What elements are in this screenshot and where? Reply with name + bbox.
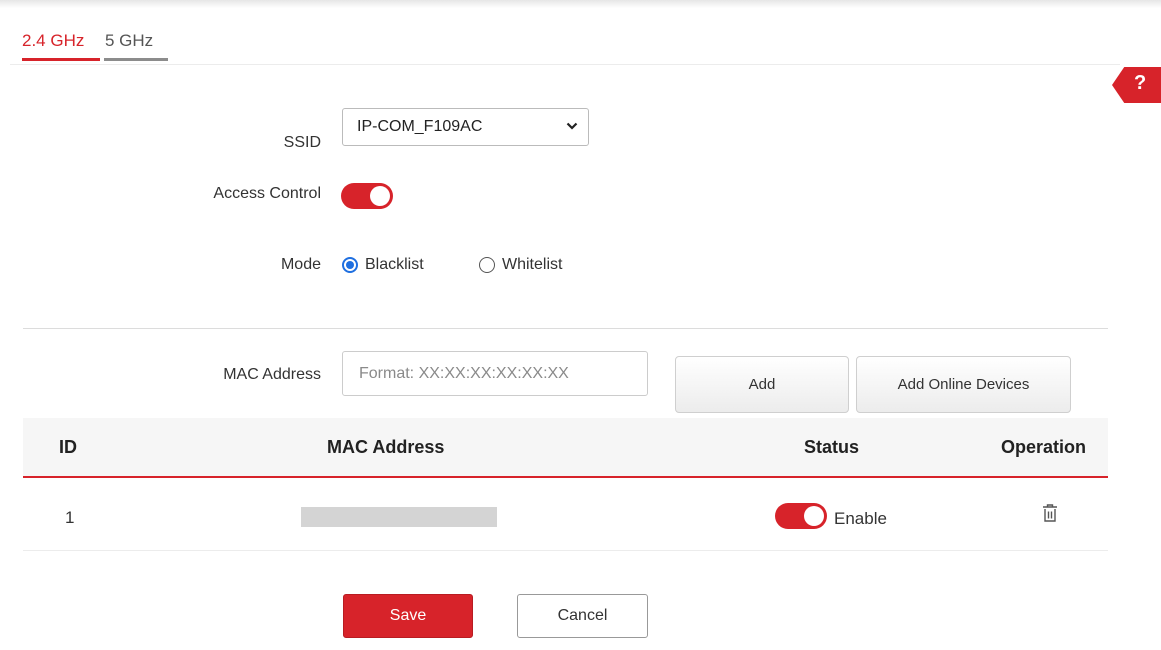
add-online-devices-button[interactable]: Add Online Devices xyxy=(856,356,1071,413)
column-header-id: ID xyxy=(59,437,77,457)
save-button[interactable]: Save xyxy=(343,594,473,638)
row-mac-redacted xyxy=(301,507,497,527)
row-id: 1 xyxy=(65,508,75,527)
tab-5-ghz[interactable]: 5 GHz xyxy=(105,31,153,51)
tabs-divider xyxy=(10,64,1120,65)
column-header-status: Status xyxy=(804,437,860,457)
access-control-label: Access Control xyxy=(213,185,321,202)
column-header-operation: Operation xyxy=(1001,437,1087,457)
chevron-down-icon xyxy=(566,122,578,130)
radio-whitelist-label[interactable]: Whitelist xyxy=(502,256,562,274)
tab-inactive-underline xyxy=(104,58,168,61)
ssid-label: SSID xyxy=(283,134,321,151)
trash-icon[interactable] xyxy=(1042,503,1058,523)
toggle-knob xyxy=(804,506,824,526)
row-status-toggle[interactable] xyxy=(775,503,827,529)
column-header-mac: MAC Address xyxy=(327,437,445,457)
mac-address-input[interactable] xyxy=(342,351,648,396)
radio-whitelist[interactable] xyxy=(479,257,495,273)
table-row: 1 Enable xyxy=(23,478,1108,551)
access-control-toggle[interactable] xyxy=(341,183,393,209)
help-button[interactable]: ? xyxy=(1112,67,1161,103)
mode-label: Mode xyxy=(280,256,321,273)
tab-2-4-ghz[interactable]: 2.4 GHz xyxy=(22,31,84,51)
section-divider xyxy=(23,328,1108,329)
table-header: ID MAC Address Status Operation xyxy=(23,418,1108,478)
radio-blacklist[interactable] xyxy=(342,257,358,273)
mac-address-label: MAC Address xyxy=(223,366,321,383)
radio-blacklist-label[interactable]: Blacklist xyxy=(365,256,424,274)
tab-active-underline xyxy=(22,58,100,61)
ssid-select[interactable]: IP-COM_F109AC xyxy=(342,108,589,146)
cancel-button[interactable]: Cancel xyxy=(517,594,648,638)
row-status-label: Enable xyxy=(834,509,887,528)
add-button[interactable]: Add xyxy=(675,356,849,413)
help-icon: ? xyxy=(1134,72,1147,94)
ssid-select-value: IP-COM_F109AC xyxy=(357,118,483,135)
top-shadow xyxy=(0,0,1161,8)
toggle-knob xyxy=(370,186,390,206)
